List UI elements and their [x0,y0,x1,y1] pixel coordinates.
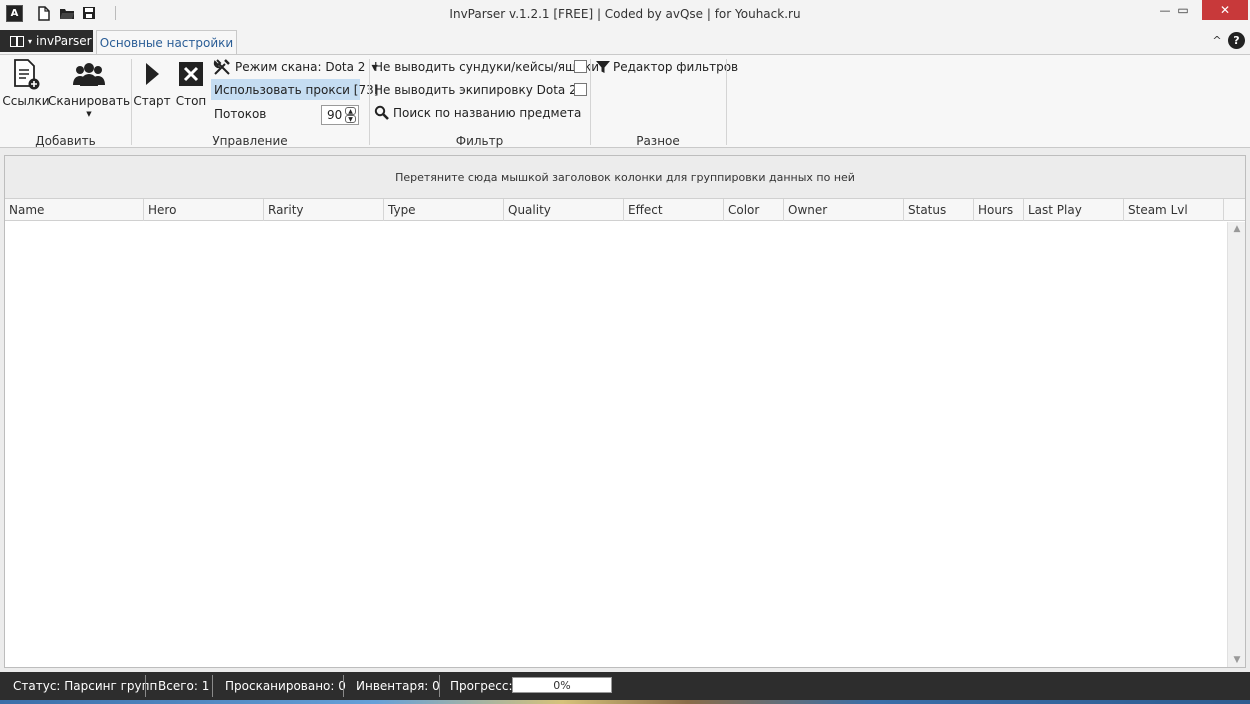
column-header-hero[interactable]: Hero [144,199,264,221]
progress-text: 0% [553,678,571,692]
scan-dropdown-arrow-icon: ▼ [86,110,92,118]
scan-mode-dropdown[interactable]: Режим скана: Dota 2 ▼ [213,57,378,77]
total-count: Всего: 1 [158,679,210,693]
book-icon [10,35,24,47]
search-by-name-button[interactable]: Поиск по названию предмета [374,103,581,123]
data-grid: Перетяните сюда мышкой заголовок колонки… [4,155,1246,668]
stop-button[interactable]: Стоп [174,57,208,108]
maximize-button[interactable]: ▭ [1170,0,1196,20]
dropdown-arrow-icon: ▾ [28,36,33,46]
column-header-effect[interactable]: Effect [624,199,724,221]
no-dota-equip-label: Не выводить экипировку Dota 2 [374,83,577,97]
group-by-panel[interactable]: Перетяните сюда мышкой заголовок колонки… [5,156,1245,199]
column-header-color[interactable]: Color [724,199,784,221]
scan-button[interactable]: Сканировать ▼ [48,57,130,118]
status-separator [343,675,344,697]
scroll-up-icon[interactable]: ▲ [1228,222,1246,236]
stop-x-icon [174,57,208,91]
app-menu-button[interactable]: ▾ invParser [0,30,93,52]
inventory-count: Инвентаря: 0 [356,679,440,693]
group-label-misc: Разное [636,134,680,148]
links-label: Ссылки [2,94,50,108]
column-header-steam-lvl[interactable]: Steam Lvl [1124,199,1224,221]
no-chests-label: Не выводить сундуки/кейсы/ящики [374,60,600,74]
window-title: InvParser v.1.2.1 [FREE] | Coded by avQs… [449,7,801,21]
vertical-scrollbar[interactable]: ▲ ▼ [1227,222,1245,667]
group-label-control: Управление [212,134,288,148]
scan-label: Сканировать [47,94,131,108]
group-separator [369,59,370,145]
stop-label: Стоп [175,94,207,108]
scan-mode-label: Режим скана: Dota 2 [235,60,366,74]
group-separator [590,59,591,145]
status-bar: Статус: Парсинг групп Всего: 1 Просканир… [0,672,1250,700]
status-separator [145,675,146,697]
column-header-hours[interactable]: Hours [974,199,1024,221]
funnel-icon [596,60,610,74]
threads-spinner[interactable]: 90 ▲ ▼ [321,105,359,125]
app-menu-label: invParser [36,34,92,48]
column-header-status[interactable]: Status [904,199,974,221]
ribbon-tab-strip: ▾ invParser Основные настройки ^ ? [0,28,1250,54]
close-button[interactable]: ✕ [1202,0,1248,20]
add-document-icon [9,57,43,91]
search-by-name-label: Поиск по названию предмета [393,106,582,120]
help-icon[interactable]: ? [1228,32,1245,49]
status-separator [212,675,213,697]
progress-bar: 0% [512,677,612,693]
start-label: Старт [133,94,171,108]
status-separator [439,675,440,697]
group-label-add: Добавить [35,134,96,148]
column-header-type[interactable]: Type [384,199,504,221]
title-bar: A InvParser v.1.2.1 [FREE] | Coded by av… [0,0,1250,28]
scanned-count: Просканировано: 0 [225,679,346,693]
progress-label: Прогресс: [450,679,513,693]
column-header-owner[interactable]: Owner [784,199,904,221]
column-header-name[interactable]: Name [5,199,144,221]
play-icon [135,57,169,91]
column-header-quality[interactable]: Quality [504,199,624,221]
group-separator [726,59,727,145]
threads-value: 90 [327,108,343,122]
app-window: A InvParser v.1.2.1 [FREE] | Coded by av… [0,0,1250,704]
spin-down-icon[interactable]: ▼ [345,115,356,123]
scroll-down-icon[interactable]: ▼ [1228,653,1246,667]
group-label-filter: Фильтр [455,134,504,148]
ribbon: Ссылки Сканировать ▼ Добавить Старт Стоп [0,54,1250,148]
collapse-ribbon-icon[interactable]: ^ [1210,32,1224,48]
threads-label: Потоков [214,107,267,121]
group-separator [131,59,132,145]
desktop-taskbar-strip [0,700,1250,704]
no-chests-checkbox[interactable] [574,60,587,73]
tools-icon [213,58,231,76]
column-header-last-play[interactable]: Last Play [1024,199,1124,221]
start-button[interactable]: Старт [133,57,171,108]
no-dota-equip-checkbox[interactable] [574,83,587,96]
users-group-icon [72,57,106,91]
tab-main-settings[interactable]: Основные настройки [96,30,237,54]
use-proxy-toggle[interactable]: Использовать прокси [73] [211,79,378,100]
filter-editor-label: Редактор фильтров [613,60,739,74]
spin-up-icon[interactable]: ▲ [345,107,356,115]
filter-editor-button[interactable]: Редактор фильтров [596,57,738,77]
column-header-row: Name Hero Rarity Type Quality Effect Col… [5,199,1245,221]
column-header-rarity[interactable]: Rarity [264,199,384,221]
search-icon [374,105,390,121]
status-text: Статус: Парсинг групп [13,679,158,693]
links-button[interactable]: Ссылки [2,57,50,108]
